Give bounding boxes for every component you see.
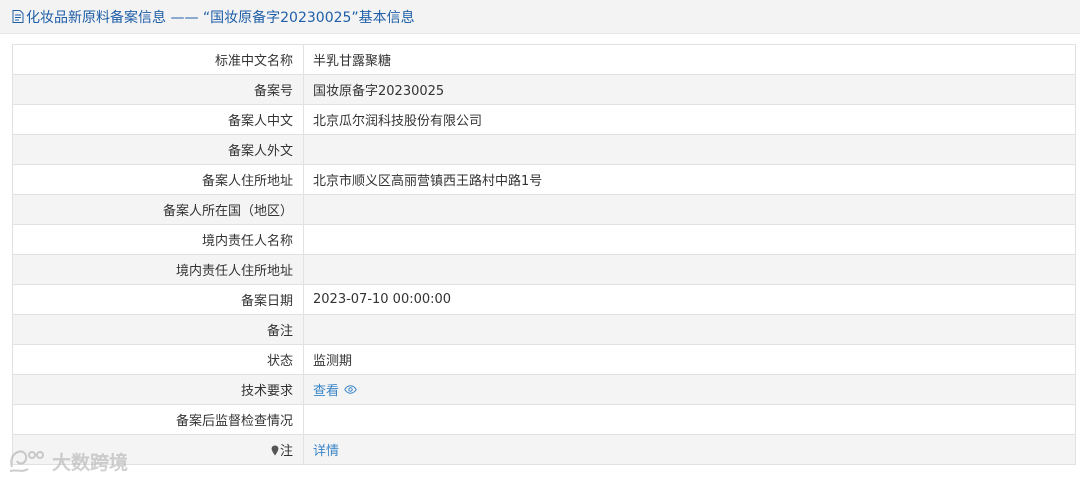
view-link-text: 查看 [313, 384, 340, 399]
row-label: 境内责任人住所地址 [12, 254, 304, 285]
row-value [303, 314, 1076, 345]
row-label: 备案人住所地址 [12, 164, 304, 195]
row-value [303, 194, 1076, 225]
table-row: 技术要求 查看 [12, 374, 1076, 405]
row-value: 国妆原备字20230025 [303, 74, 1076, 105]
table-row: 备案人所在国（地区） [12, 194, 1076, 225]
row-value [303, 134, 1076, 165]
row-label: 备案人所在国（地区） [12, 194, 304, 225]
row-label: 标准中文名称 [12, 44, 304, 75]
eye-icon [344, 385, 357, 394]
pin-icon [271, 445, 279, 456]
row-label: 备案人中文 [12, 104, 304, 135]
table-row: 境内责任人住所地址 [12, 254, 1076, 285]
row-label: 状态 [12, 344, 304, 375]
table-row: 备案后监督检查情况 [12, 404, 1076, 435]
row-label: 备案号 [12, 74, 304, 105]
table-row: 标准中文名称 半乳甘露聚糖 [12, 44, 1076, 75]
table-row: 备案号 国妆原备字20230025 [12, 74, 1076, 105]
row-value: 半乳甘露聚糖 [303, 44, 1076, 75]
info-table-container: 标准中文名称 半乳甘露聚糖 备案号 国妆原备字20230025 备案人中文 北京… [12, 44, 1076, 465]
info-table: 标准中文名称 半乳甘露聚糖 备案号 国妆原备字20230025 备案人中文 北京… [12, 44, 1076, 465]
table-row: 状态 监测期 [12, 344, 1076, 375]
table-row: 备注 [12, 314, 1076, 345]
page-title: 化妆品新原料备案信息 —— “国妆原备字20230025”基本信息 [26, 9, 415, 26]
table-row: 备案人住所地址 北京市顺义区高丽营镇西王路村中路1号 [12, 164, 1076, 195]
row-value [303, 224, 1076, 255]
table-row: 注 详情 [12, 434, 1076, 465]
table-row: 备案人中文 北京瓜尔润科技股份有限公司 [12, 104, 1076, 135]
row-value: 北京瓜尔润科技股份有限公司 [303, 104, 1076, 135]
row-label: 技术要求 [12, 374, 304, 405]
row-value: 监测期 [303, 344, 1076, 375]
row-value: 查看 [303, 374, 1076, 405]
tech-requirements-view-link[interactable]: 查看 [313, 380, 357, 399]
row-value: 2023-07-10 00:00:00 [303, 284, 1076, 315]
row-label: 备注 [12, 314, 304, 345]
row-label: 境内责任人名称 [12, 224, 304, 255]
row-value: 详情 [303, 434, 1076, 465]
table-row: 备案日期 2023-07-10 00:00:00 [12, 284, 1076, 315]
row-label-with-icon: 注 [12, 434, 304, 465]
document-icon [12, 10, 24, 23]
note-label: 注 [279, 444, 293, 459]
note-details-link[interactable]: 详情 [313, 440, 339, 459]
row-value [303, 254, 1076, 285]
table-row: 备案人外文 [12, 134, 1076, 165]
table-row: 境内责任人名称 [12, 224, 1076, 255]
row-value [303, 404, 1076, 435]
row-label: 备案后监督检查情况 [12, 404, 304, 435]
row-label: 备案人外文 [12, 134, 304, 165]
row-value: 北京市顺义区高丽营镇西王路村中路1号 [303, 164, 1076, 195]
row-label: 备案日期 [12, 284, 304, 315]
page-header: 化妆品新原料备案信息 —— “国妆原备字20230025”基本信息 [0, 0, 1080, 34]
